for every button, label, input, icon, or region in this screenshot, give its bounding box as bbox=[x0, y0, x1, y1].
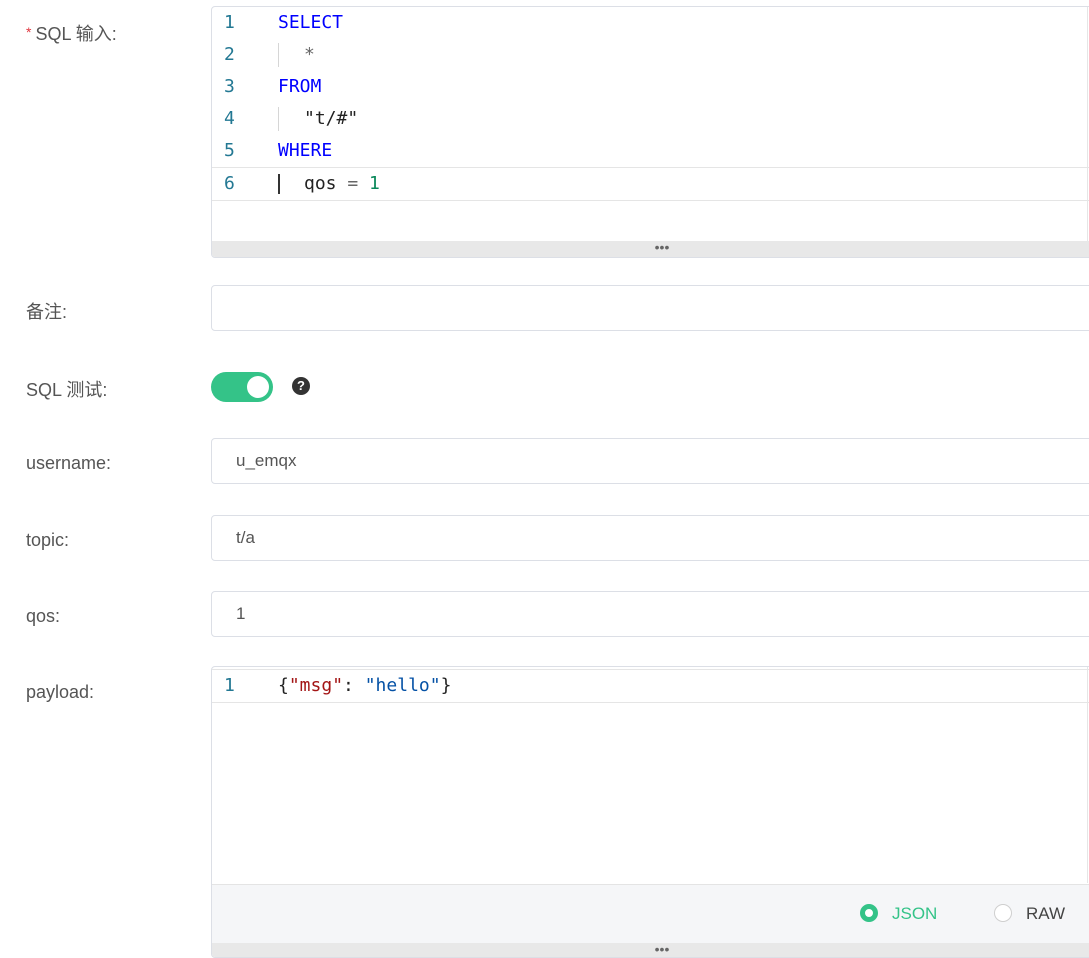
radio-unchecked-icon bbox=[994, 903, 1012, 922]
payload-editor[interactable]: 1 {"msg": "hello"} JSON RAW ••• bbox=[211, 666, 1089, 958]
code-line: 2 * bbox=[212, 39, 1089, 71]
sql-test-switch[interactable] bbox=[211, 372, 273, 402]
topic-label: topic: bbox=[26, 530, 70, 550]
line-number: 3 bbox=[224, 76, 235, 97]
note-input[interactable] bbox=[211, 285, 1089, 331]
username-label: username: bbox=[26, 453, 112, 473]
line-number: 1 bbox=[224, 12, 235, 33]
sql-condition: qos = 1 bbox=[304, 173, 380, 194]
payload-json: {"msg": "hello"} bbox=[278, 675, 452, 696]
radio-checked-icon bbox=[860, 903, 878, 922]
payload-format-bar: JSON RAW bbox=[212, 884, 1089, 943]
vertical-scrollbar[interactable] bbox=[1087, 7, 1088, 241]
topic-input[interactable]: t/a bbox=[211, 515, 1089, 561]
username-input[interactable]: u_emqx bbox=[211, 438, 1089, 484]
code-line: 5 WHERE bbox=[212, 135, 1089, 167]
qos-input[interactable]: 1 bbox=[211, 591, 1089, 637]
vertical-scrollbar[interactable] bbox=[1087, 667, 1088, 883]
switch-knob bbox=[247, 376, 269, 398]
code-line: 1 SELECT bbox=[212, 7, 1089, 39]
payload-label: payload: bbox=[26, 682, 95, 702]
format-radio-json[interactable]: JSON bbox=[860, 885, 937, 943]
keyword-select: SELECT bbox=[278, 12, 344, 33]
indent-guide bbox=[278, 43, 279, 67]
indent-guide bbox=[278, 107, 279, 131]
sql-code[interactable]: 1 SELECT 2 * 3 FROM 4 "t/#" 5 WHERE 6 qo… bbox=[212, 7, 1089, 201]
required-mark: * bbox=[26, 24, 32, 40]
line-number: 5 bbox=[224, 140, 235, 161]
code-line-active: 1 {"msg": "hello"} bbox=[212, 669, 1089, 703]
sql-topic: "t/#" bbox=[304, 108, 359, 129]
qos-label: qos: bbox=[26, 606, 61, 626]
code-line: 3 FROM bbox=[212, 71, 1089, 103]
sql-test-label: SQL 测试: bbox=[26, 380, 108, 400]
keyword-from: FROM bbox=[278, 76, 322, 97]
editor-resize-handle[interactable]: ••• bbox=[212, 942, 1089, 957]
sql-input-label: * SQL 输入: bbox=[26, 24, 117, 44]
code-line-active: 6 qos = 1 bbox=[212, 167, 1089, 201]
line-number: 1 bbox=[224, 675, 235, 696]
note-label: 备注: bbox=[26, 302, 68, 322]
line-number: 4 bbox=[224, 108, 235, 129]
format-radio-raw[interactable]: RAW bbox=[994, 885, 1065, 943]
keyword-where: WHERE bbox=[278, 140, 333, 161]
help-icon[interactable]: ? bbox=[292, 377, 310, 395]
payload-code[interactable]: 1 {"msg": "hello"} bbox=[212, 667, 1089, 703]
code-line: 4 "t/#" bbox=[212, 103, 1089, 135]
editor-resize-handle[interactable]: ••• bbox=[212, 240, 1089, 257]
line-number: 6 bbox=[224, 173, 235, 194]
sql-wildcard: * bbox=[304, 44, 315, 65]
line-number: 2 bbox=[224, 44, 235, 65]
sql-editor[interactable]: 1 SELECT 2 * 3 FROM 4 "t/#" 5 WHERE 6 qo… bbox=[211, 6, 1089, 258]
text-cursor bbox=[278, 174, 280, 194]
